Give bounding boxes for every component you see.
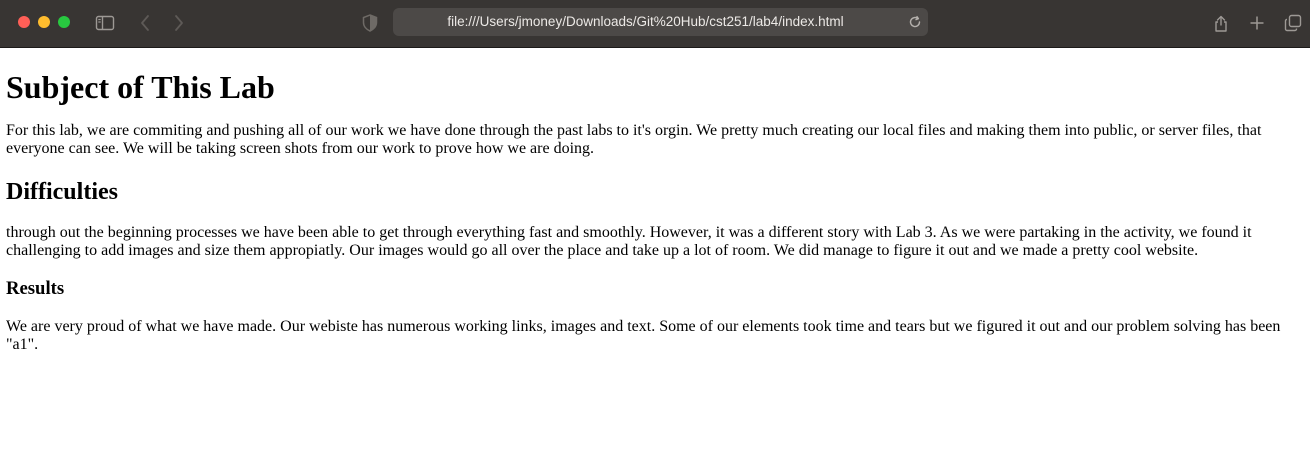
results-heading: Results — [6, 278, 65, 299]
sidebar-toggle-icon[interactable] — [94, 12, 116, 34]
difficulties-heading: Difficulties — [6, 179, 118, 205]
address-bar-url[interactable]: file:///Users/jmoney/Downloads/Git%20Hub… — [393, 8, 898, 36]
address-bar[interactable]: file:///Users/jmoney/Downloads/Git%20Hub… — [393, 8, 928, 36]
reload-icon[interactable] — [908, 15, 922, 29]
results-paragraph: We are very proud of what we have made. … — [6, 318, 1281, 353]
tab-overview-icon[interactable] — [1282, 12, 1304, 34]
page-title: Subject of This Lab — [6, 69, 275, 105]
minimize-window-button[interactable] — [38, 16, 50, 28]
privacy-shield-icon[interactable] — [359, 12, 381, 34]
subject-paragraph: For this lab, we are commiting and pushi… — [6, 122, 1262, 157]
back-arrow-icon[interactable] — [134, 12, 156, 34]
browser-toolbar: file:///Users/jmoney/Downloads/Git%20Hub… — [0, 0, 1310, 48]
page-content: Subject of This Lab For this lab, we are… — [0, 69, 1310, 354]
difficulties-paragraph: through out the beginning processes we h… — [6, 224, 1252, 259]
zoom-window-button[interactable] — [58, 16, 70, 28]
close-window-button[interactable] — [18, 16, 30, 28]
forward-arrow-icon[interactable] — [168, 12, 190, 34]
new-tab-icon[interactable] — [1246, 12, 1268, 34]
share-icon[interactable] — [1210, 12, 1232, 34]
